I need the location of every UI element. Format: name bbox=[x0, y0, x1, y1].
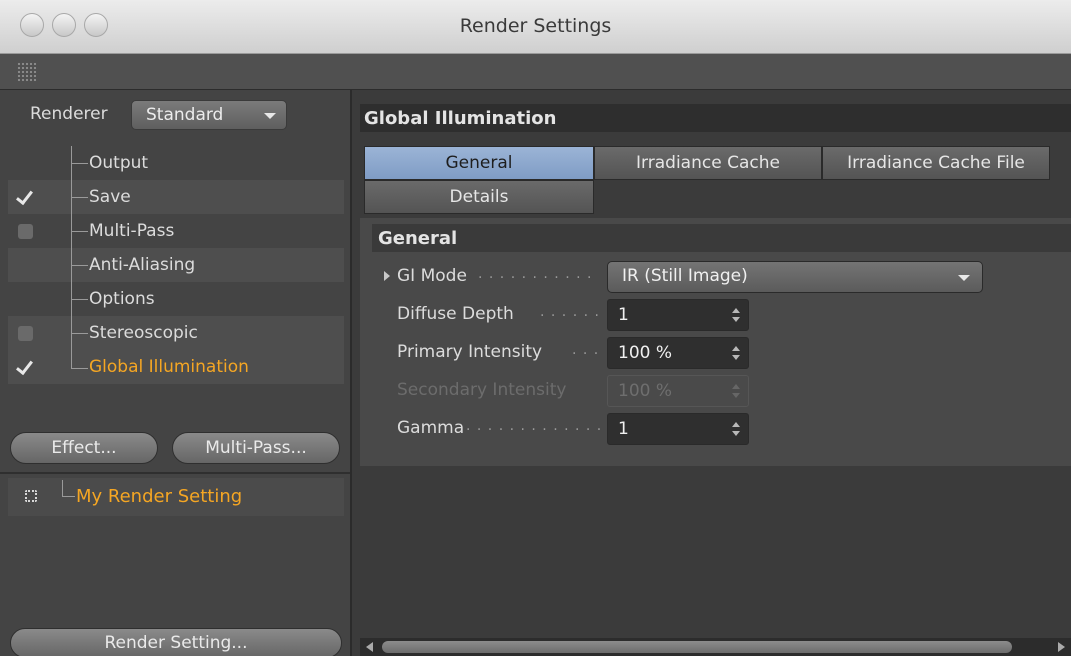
diffuse-depth-value: 1 bbox=[618, 305, 629, 325]
tree-item-label: Options bbox=[89, 289, 155, 309]
tree-branch-line bbox=[71, 316, 88, 350]
tree-item-label: Global Illumination bbox=[89, 357, 249, 377]
gi-mode-value: IR (Still Image) bbox=[622, 266, 748, 286]
renderer-row: Renderer Standard bbox=[0, 90, 350, 140]
checkbox-checked-icon[interactable] bbox=[18, 360, 33, 375]
stepper-arrows-icon[interactable] bbox=[732, 308, 740, 322]
tree-item-global-illumination[interactable]: Global Illumination bbox=[8, 350, 344, 384]
leader-dots: . . . bbox=[572, 342, 600, 358]
stepper-arrows-icon[interactable] bbox=[732, 422, 740, 436]
settings-detail-panel: Global Illumination General Irradiance C… bbox=[352, 90, 1071, 656]
window-title: Render Settings bbox=[459, 15, 612, 37]
stepper-arrows-icon bbox=[732, 384, 740, 398]
tree-branch-line bbox=[71, 248, 88, 282]
param-diffuse-depth: Diffuse Depth . . . . . . 1 bbox=[360, 298, 1071, 332]
param-label: GI Mode bbox=[397, 266, 467, 286]
tree-item-anti-aliasing[interactable]: Anti-Aliasing bbox=[8, 248, 344, 282]
sub-section-title: General bbox=[378, 228, 458, 249]
tree-branch-line bbox=[71, 350, 88, 369]
chevron-down-icon bbox=[264, 113, 276, 119]
param-label: Diffuse Depth bbox=[397, 304, 514, 324]
param-secondary-intensity: Secondary Intensity 100 % bbox=[360, 374, 1071, 408]
sub-section-header: General bbox=[372, 224, 1071, 252]
param-gamma: Gamma . . . . . . . . . . . . . 1 bbox=[360, 412, 1071, 446]
horizontal-scrollbar[interactable] bbox=[360, 638, 1071, 656]
tree-item-stereoscopic[interactable]: Stereoscopic bbox=[8, 316, 344, 350]
renderer-value: Standard bbox=[146, 105, 224, 125]
drag-grip-icon[interactable] bbox=[17, 62, 37, 82]
tree-item-label: Stereoscopic bbox=[89, 323, 198, 343]
primary-intensity-value: 100 % bbox=[618, 343, 673, 363]
leader-dots: . . . . . . . . . . . . bbox=[478, 266, 598, 282]
param-label: Secondary Intensity bbox=[397, 380, 567, 400]
render-setting-icon bbox=[25, 490, 37, 502]
tab-general[interactable]: General bbox=[364, 146, 594, 180]
tree-item-label: Output bbox=[89, 153, 149, 173]
param-label: Primary Intensity bbox=[397, 342, 543, 362]
render-setting-label: My Render Setting bbox=[76, 486, 243, 507]
tree-item-options[interactable]: Options bbox=[8, 282, 344, 316]
scroll-right-icon[interactable] bbox=[1058, 642, 1065, 652]
tree-branch-line bbox=[62, 480, 75, 497]
settings-tree-panel: Renderer Standard Output Save Multi-Pass bbox=[0, 90, 352, 656]
primary-intensity-field[interactable]: 100 % bbox=[607, 337, 749, 369]
checkbox-unchecked-icon[interactable] bbox=[18, 224, 33, 239]
expand-arrow-icon[interactable] bbox=[384, 271, 390, 281]
tree-item-label: Multi-Pass bbox=[89, 221, 175, 241]
divider bbox=[0, 472, 350, 474]
param-label: Gamma bbox=[397, 418, 465, 438]
scroll-left-icon[interactable] bbox=[366, 642, 373, 652]
renderer-dropdown[interactable]: Standard bbox=[131, 100, 287, 130]
secondary-intensity-value: 100 % bbox=[618, 381, 673, 401]
render-settings-window: Render Settings Renderer Standard Output… bbox=[0, 0, 1071, 656]
tree-item-multi-pass[interactable]: Multi-Pass bbox=[8, 214, 344, 248]
chevron-down-icon bbox=[958, 275, 970, 281]
tree-item-label: Anti-Aliasing bbox=[89, 255, 196, 275]
render-setting-button[interactable]: Render Setting... bbox=[10, 628, 342, 656]
section-title: Global Illumination bbox=[364, 108, 557, 129]
tree-branch-line bbox=[71, 146, 88, 180]
gamma-field[interactable]: 1 bbox=[607, 413, 749, 445]
tree-item-output[interactable]: Output bbox=[8, 146, 344, 180]
checkbox-checked-icon[interactable] bbox=[18, 190, 33, 205]
general-settings-group: General GI Mode . . . . . . . . . . . . … bbox=[360, 218, 1071, 466]
tree-item-label: Save bbox=[89, 187, 131, 207]
stepper-arrows-icon[interactable] bbox=[732, 346, 740, 360]
gamma-value: 1 bbox=[618, 419, 629, 439]
title-bar: Render Settings bbox=[0, 0, 1071, 54]
tab-details[interactable]: Details bbox=[364, 180, 594, 214]
tab-irradiance-cache[interactable]: Irradiance Cache bbox=[594, 146, 822, 180]
tree-branch-line bbox=[71, 214, 88, 248]
tree-branch-line bbox=[71, 282, 88, 316]
scrollbar-thumb[interactable] bbox=[382, 641, 1012, 653]
toolbar-strip bbox=[0, 54, 1071, 90]
tree-item-save[interactable]: Save bbox=[8, 180, 344, 214]
param-gi-mode: GI Mode . . . . . . . . . . . . IR (Stil… bbox=[360, 260, 1071, 294]
render-setting-item[interactable]: My Render Setting bbox=[8, 478, 344, 516]
settings-tree: Output Save Multi-Pass Anti-Aliasing Opt… bbox=[8, 146, 344, 384]
renderer-label: Renderer bbox=[30, 104, 108, 124]
effect-button[interactable]: Effect... bbox=[10, 432, 158, 464]
leader-dots: . . . . . . . . . . . . . bbox=[466, 418, 602, 434]
secondary-intensity-field: 100 % bbox=[607, 375, 749, 407]
multi-pass-button[interactable]: Multi-Pass... bbox=[172, 432, 340, 464]
tree-branch-line bbox=[71, 180, 88, 214]
param-primary-intensity: Primary Intensity . . . 100 % bbox=[360, 336, 1071, 370]
gi-mode-dropdown[interactable]: IR (Still Image) bbox=[607, 261, 983, 293]
leader-dots: . . . . . . bbox=[540, 304, 600, 320]
section-header: Global Illumination bbox=[360, 104, 1071, 132]
diffuse-depth-field[interactable]: 1 bbox=[607, 299, 749, 331]
tab-irradiance-cache-file[interactable]: Irradiance Cache File bbox=[822, 146, 1050, 180]
checkbox-unchecked-icon[interactable] bbox=[18, 326, 33, 341]
